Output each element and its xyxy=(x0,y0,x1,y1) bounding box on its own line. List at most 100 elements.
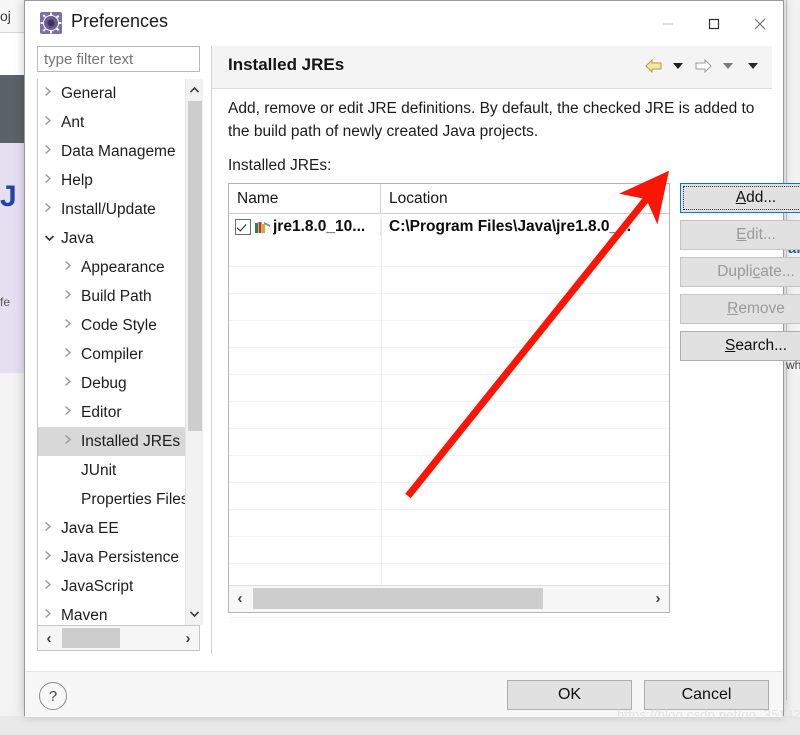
table-empty-row xyxy=(229,510,669,537)
forward-history-menu-button[interactable] xyxy=(717,55,739,77)
sidebar-item-properties-files[interactable]: Properties Files xyxy=(38,485,186,514)
sidebar-item-java-persistence[interactable]: Java Persistence xyxy=(38,543,186,572)
table-empty-row xyxy=(229,429,669,456)
chevron-right-icon xyxy=(64,311,81,340)
sidebar-item-maven[interactable]: Maven xyxy=(38,601,186,625)
sidebar-item-data-manageme[interactable]: Data Manageme xyxy=(38,137,186,166)
sidebar-item-java[interactable]: Java xyxy=(38,224,186,253)
duplicate-button[interactable]: Duplicate... xyxy=(680,257,800,287)
sidebar-item-label: Ant xyxy=(61,114,85,131)
add-button[interactable]: Add... xyxy=(680,183,800,213)
sidebar-item-label: Data Manageme xyxy=(61,143,176,160)
sidebar-item-appearance[interactable]: Appearance xyxy=(38,253,186,282)
chevron-right-icon xyxy=(44,543,61,572)
edit-button[interactable]: Edit... xyxy=(680,220,800,250)
sidebar-item-java-ee[interactable]: Java EE xyxy=(38,514,186,543)
table-empty-row xyxy=(229,537,669,564)
sidebar-item-javascript[interactable]: JavaScript xyxy=(38,572,186,601)
dialog-titlebar: Preferences xyxy=(25,1,783,46)
table-empty-row xyxy=(229,483,669,510)
chevron-right-icon xyxy=(64,427,81,456)
sidebar-item-compiler[interactable]: Compiler xyxy=(38,340,186,369)
sidebar-item-label: Java Persistence xyxy=(61,549,180,566)
scroll-up-icon[interactable] xyxy=(186,79,203,101)
tree-scroll-thumb[interactable] xyxy=(188,101,202,431)
installed-jres-table[interactable]: Name Location jre1.8.0_10... C:\Program F… xyxy=(228,183,670,618)
column-header-name[interactable]: Name xyxy=(229,184,381,213)
column-header-location[interactable]: Location xyxy=(381,184,669,213)
sidebar-item-label: Build Path xyxy=(81,288,152,305)
sidebar-item-label: Java xyxy=(61,230,94,247)
remove-button[interactable]: Remove xyxy=(680,294,800,324)
table-empty-row xyxy=(229,348,669,375)
table-empty-row xyxy=(229,375,669,402)
chevron-down-icon xyxy=(673,63,683,69)
sidebar-item-ant[interactable]: Ant xyxy=(38,108,186,137)
back-button[interactable] xyxy=(642,55,664,77)
maximize-button[interactable] xyxy=(691,1,737,46)
table-empty-row xyxy=(229,267,669,294)
background-left-lavender-block xyxy=(0,143,24,373)
tree-horizontal-scrollbar[interactable]: ‹ › xyxy=(37,625,200,651)
page-options-menu-button[interactable] xyxy=(742,55,764,77)
tree-vertical-scrollbar[interactable] xyxy=(185,79,203,625)
table-row[interactable]: jre1.8.0_10... C:\Program Files\Java\jre1… xyxy=(229,214,669,240)
sidebar-item-installed-jres[interactable]: Installed JREs xyxy=(38,427,186,456)
chevron-right-icon xyxy=(64,340,81,369)
sidebar-item-label: Maven xyxy=(61,607,108,624)
search-button[interactable]: Search... xyxy=(680,331,800,361)
sidebar-item-label: Java EE xyxy=(61,520,119,537)
tree-hscroll-thumb[interactable] xyxy=(62,628,120,648)
close-button[interactable] xyxy=(737,1,783,46)
scroll-left-icon[interactable]: ‹ xyxy=(229,586,251,611)
scroll-right-icon[interactable]: › xyxy=(647,586,669,611)
scroll-left-icon[interactable]: ‹ xyxy=(38,626,60,650)
table-hscroll-thumb[interactable] xyxy=(253,588,543,609)
table-header: Name Location xyxy=(229,184,669,214)
minimize-button[interactable] xyxy=(645,1,691,46)
ok-button[interactable]: OK xyxy=(507,680,632,710)
tree-node-list: General Ant Data Manageme Help Install/Updat… xyxy=(38,79,186,625)
sidebar-item-label: Debug xyxy=(81,375,127,392)
sidebar-item-editor[interactable]: Editor xyxy=(38,398,186,427)
background-left-bottom-block xyxy=(0,373,24,735)
chevron-right-icon xyxy=(44,108,61,137)
sidebar-item-label: Properties Files xyxy=(81,491,186,508)
table-horizontal-scrollbar[interactable]: ‹ › xyxy=(229,585,669,612)
scroll-down-icon[interactable] xyxy=(186,603,203,625)
sidebar-item-label: JavaScript xyxy=(61,578,134,595)
sidebar-item-build-path[interactable]: Build Path xyxy=(38,282,186,311)
minimize-icon xyxy=(663,23,673,24)
background-left-big-letter: J xyxy=(0,180,17,213)
chevron-down-icon xyxy=(748,63,758,69)
sidebar-item-help[interactable]: Help xyxy=(38,166,186,195)
table-empty-row xyxy=(229,240,669,267)
preferences-tree[interactable]: General Ant Data Manageme Help Install/Updat… xyxy=(37,79,202,625)
sidebar-item-label: Code Style xyxy=(81,317,157,334)
jre-action-buttons: Add... Edit... Duplicate... Remove Searc… xyxy=(680,183,800,368)
chevron-right-icon xyxy=(44,601,61,625)
preference-page: Installed JREs Add, remove or edit JRE d… xyxy=(211,46,800,654)
chevron-right-icon xyxy=(44,79,61,108)
jre-default-checkbox[interactable] xyxy=(235,219,251,235)
sidebar-item-label: General xyxy=(61,85,117,102)
page-nav-toolbar xyxy=(642,55,764,77)
sidebar-item-general[interactable]: General xyxy=(38,79,186,108)
watermark-text: https://blog.csdn.net/qq_3514256 xyxy=(617,707,800,722)
scroll-right-icon[interactable]: › xyxy=(177,626,199,650)
cancel-button[interactable]: Cancel xyxy=(644,680,769,710)
chevron-right-icon xyxy=(44,137,61,166)
help-button[interactable]: ? xyxy=(39,682,67,710)
filter-input[interactable] xyxy=(37,46,200,72)
sidebar-item-debug[interactable]: Debug xyxy=(38,369,186,398)
sidebar-item-junit[interactable]: JUnit xyxy=(38,456,186,485)
chevron-right-icon xyxy=(44,195,61,224)
forward-button[interactable] xyxy=(692,55,714,77)
back-history-menu-button[interactable] xyxy=(667,55,689,77)
jre-name: jre1.8.0_10... xyxy=(273,218,366,235)
sidebar-item-install-update[interactable]: Install/Update xyxy=(38,195,186,224)
preferences-tree-panel: General Ant Data Manageme Help Install/Updat… xyxy=(37,46,203,651)
chevron-right-icon xyxy=(64,282,81,311)
sidebar-item-code-style[interactable]: Code Style xyxy=(38,311,186,340)
chevron-right-icon xyxy=(44,514,61,543)
